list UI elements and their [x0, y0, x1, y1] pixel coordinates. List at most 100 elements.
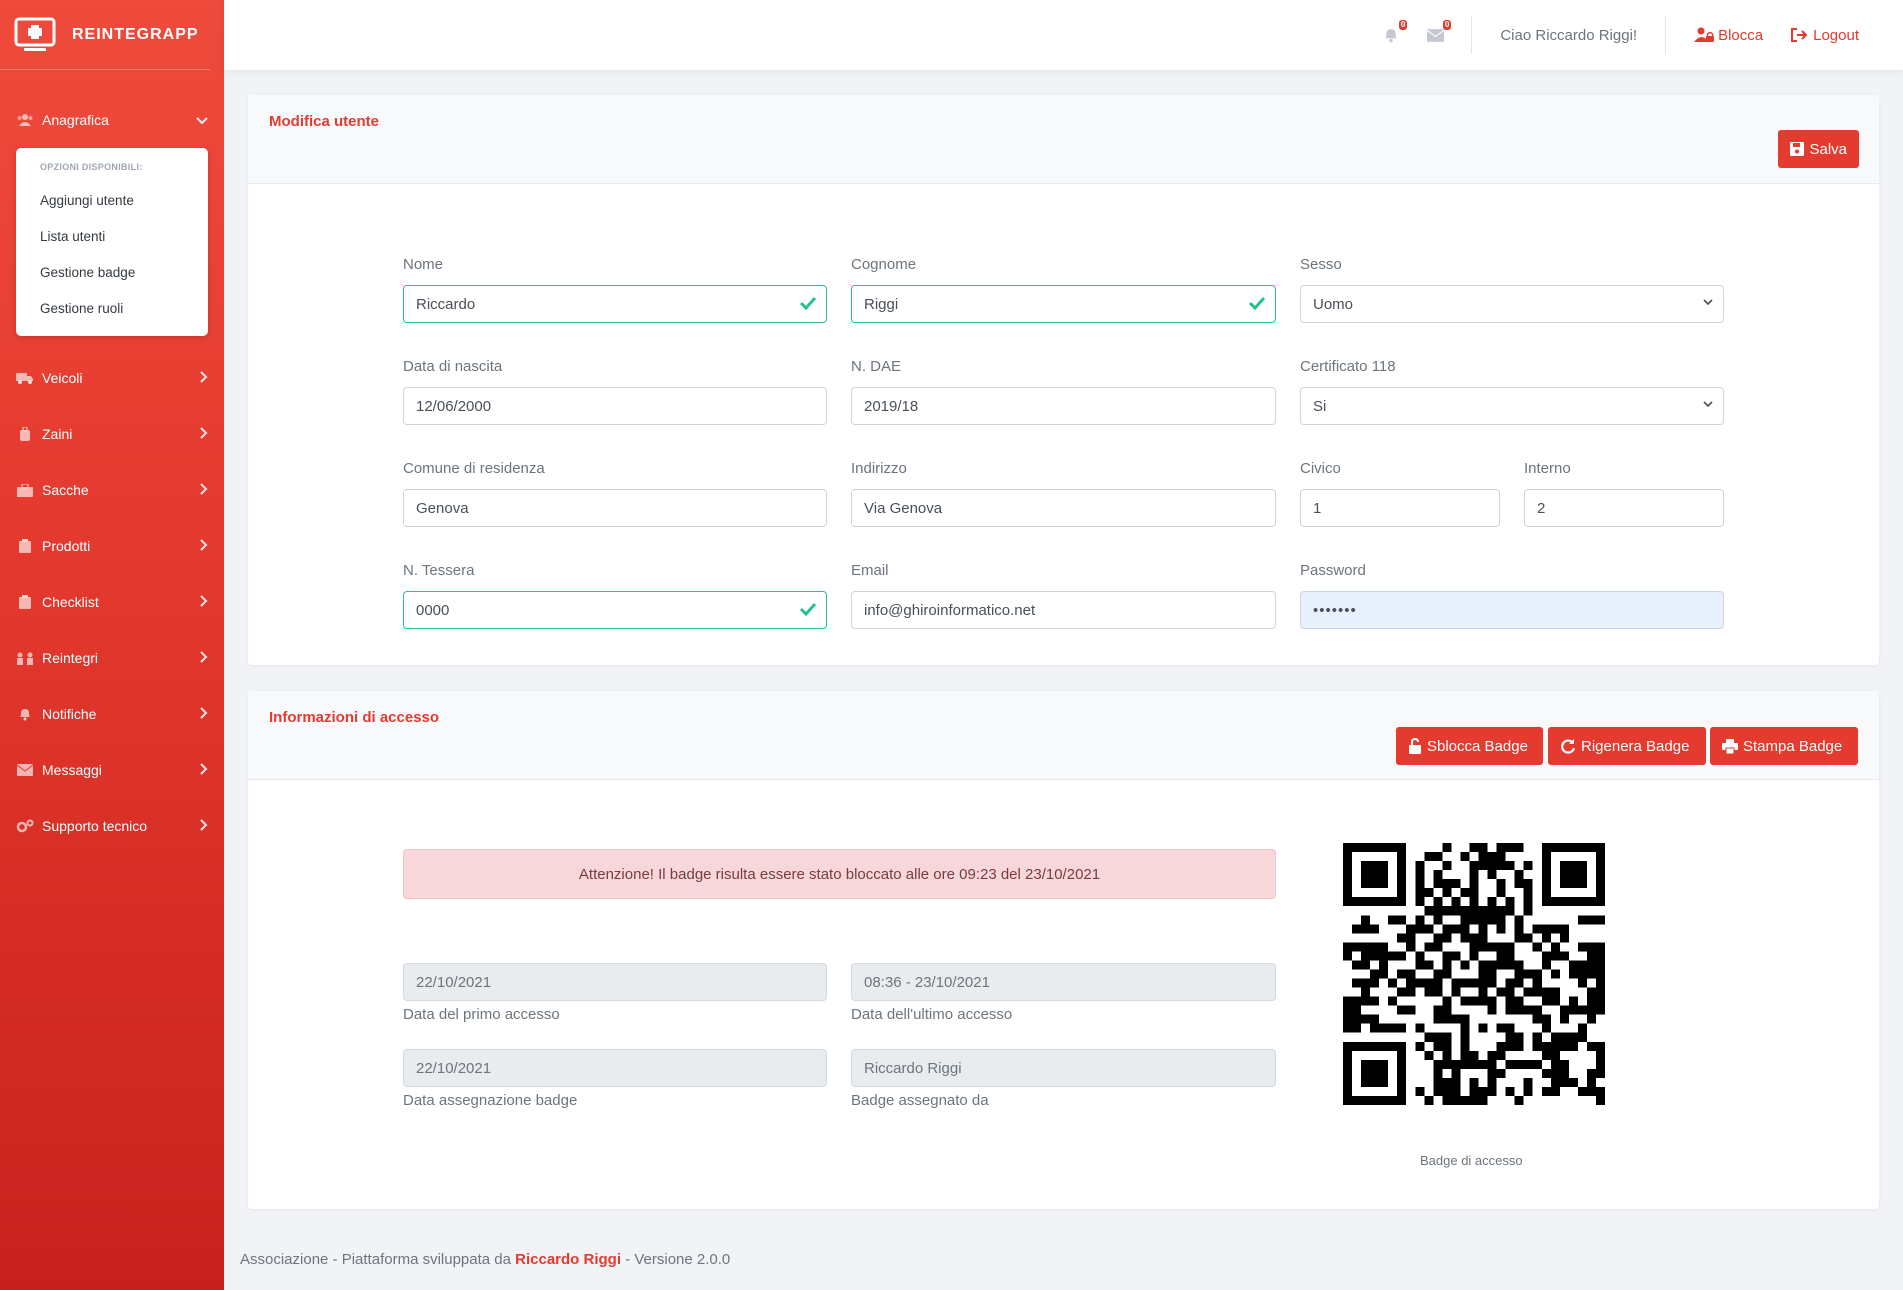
- chevron-right-icon: [200, 818, 208, 834]
- chevron-right-icon: [200, 370, 208, 386]
- chevron-right-icon: [200, 482, 208, 498]
- print-badge-label: Stampa Badge: [1743, 737, 1843, 755]
- messages-button[interactable]: 0: [1425, 20, 1452, 45]
- submenu-item-gestione-ruoli[interactable]: Gestione ruoli: [16, 290, 208, 326]
- sidebar-item-checklist[interactable]: Checklist: [0, 574, 224, 630]
- sign-out-icon: [1791, 28, 1808, 42]
- logout-button[interactable]: Logout: [1777, 27, 1873, 44]
- submenu-item-gestione-badge[interactable]: Gestione badge: [16, 254, 208, 290]
- topbar-divider: [1471, 16, 1473, 54]
- card-header: Modifica utente Salva: [248, 95, 1879, 184]
- certificato-value: Si: [1313, 397, 1327, 415]
- printer-icon: [1722, 738, 1738, 754]
- chevron-down-icon: [1703, 401, 1713, 408]
- check-icon: [800, 296, 816, 310]
- sidebar-item-label: Messaggi: [42, 762, 102, 778]
- comune-field[interactable]: Genova: [403, 489, 827, 527]
- notifications-button[interactable]: 0: [1381, 20, 1408, 45]
- civico-field[interactable]: 1: [1300, 489, 1500, 527]
- badge-assigned-by-label: Badge assegnato da: [851, 1092, 989, 1109]
- cognome-field[interactable]: Riggi: [851, 285, 1276, 323]
- lock-label: Blocca: [1718, 26, 1764, 44]
- clipboard-icon: [16, 538, 34, 554]
- messages-count-badge: 0: [1442, 20, 1452, 30]
- sidebar-item-veicoli[interactable]: Veicoli: [0, 350, 224, 406]
- password-field[interactable]: •••••••: [1300, 591, 1724, 629]
- notifications-count-badge: 0: [1398, 20, 1408, 30]
- password-value: •••••••: [1313, 601, 1357, 619]
- lock-button[interactable]: Blocca: [1680, 27, 1777, 44]
- chevron-right-icon: [200, 762, 208, 778]
- sidebar-item-prodotti[interactable]: Prodotti: [0, 518, 224, 574]
- comune-label: Comune di residenza: [403, 460, 545, 477]
- topbar: 0 0 Ciao Riccardo Riggi! Blocca Logout: [224, 0, 1903, 70]
- sidebar-item-notifiche[interactable]: Notifiche: [0, 686, 224, 742]
- sesso-label: Sesso: [1300, 256, 1342, 273]
- badge-assigned-by-value: Riccardo Riggi: [864, 1059, 962, 1077]
- logout-label: Logout: [1813, 26, 1859, 44]
- envelope-icon: [1426, 28, 1444, 42]
- sidebar-item-sacche[interactable]: Sacche: [0, 462, 224, 518]
- save-button[interactable]: Salva: [1778, 130, 1859, 168]
- sidebar-item-zaini[interactable]: Zaini: [0, 406, 224, 462]
- monitor-plus-icon: [14, 17, 56, 51]
- email-value: info@ghiroinformatico.net: [864, 601, 1036, 619]
- interno-field[interactable]: 2: [1524, 489, 1724, 527]
- data-nascita-label: Data di nascita: [403, 358, 503, 375]
- envelope-icon: [16, 762, 34, 778]
- last-access-field: 08:36 - 23/10/2021: [851, 963, 1276, 1001]
- sidebar-item-reintegri[interactable]: Reintegri: [0, 630, 224, 686]
- sidebar-item-supporto-tecnico[interactable]: Supporto tecnico: [0, 798, 224, 854]
- badge-qr-code: [1343, 843, 1605, 1105]
- sidebar-item-anagrafica[interactable]: Anagrafica: [0, 92, 224, 148]
- tessera-value: 0000: [416, 601, 450, 619]
- cognome-label: Cognome: [851, 256, 917, 273]
- interno-label: Interno: [1524, 460, 1571, 477]
- refresh-icon: [1561, 739, 1576, 754]
- edit-user-card: Modifica utente Salva Nome Riccardo Cogn…: [248, 95, 1879, 665]
- nome-field[interactable]: Riccardo: [403, 285, 827, 323]
- sidebar-item-label: Zaini: [42, 426, 73, 442]
- unlock-badge-button[interactable]: Sblocca Badge: [1396, 727, 1543, 765]
- sidebar-item-messaggi[interactable]: Messaggi: [0, 742, 224, 798]
- chevron-down-icon: [1703, 299, 1713, 306]
- people-icon: [16, 650, 34, 666]
- comune-value: Genova: [416, 499, 469, 517]
- sesso-select[interactable]: Uomo: [1300, 285, 1724, 323]
- certificato-select[interactable]: Si: [1300, 387, 1724, 425]
- last-access-value: 08:36 - 23/10/2021: [864, 973, 990, 991]
- indirizzo-field[interactable]: Via Genova: [851, 489, 1276, 527]
- data-nascita-value: 12/06/2000: [416, 397, 492, 415]
- tessera-field[interactable]: 0000: [403, 591, 827, 629]
- submenu-item-lista-utenti[interactable]: Lista utenti: [16, 218, 208, 254]
- interno-value: 2: [1537, 499, 1546, 517]
- checklist-icon: [16, 594, 34, 610]
- sidebar: REINTEGRAPP Anagrafica OPZIONI DISPONIBI…: [0, 0, 224, 1290]
- truck-icon: [16, 370, 34, 386]
- nome-label: Nome: [403, 256, 444, 273]
- chevron-right-icon: [200, 706, 208, 722]
- email-field[interactable]: info@ghiroinformatico.net: [851, 591, 1276, 629]
- data-nascita-field[interactable]: 12/06/2000: [403, 387, 827, 425]
- backpack-icon: [16, 426, 34, 442]
- anagrafica-submenu: OPZIONI DISPONIBILI: Aggiungi utente Lis…: [16, 148, 208, 336]
- regenerate-badge-button[interactable]: Rigenera Badge: [1548, 727, 1706, 765]
- n-dae-field[interactable]: 2019/18: [851, 387, 1276, 425]
- submenu-item-aggiungi-utente[interactable]: Aggiungi utente: [16, 182, 208, 218]
- footer-author-link[interactable]: Riccardo Riggi: [515, 1251, 621, 1268]
- sidebar-item-label: Sacche: [42, 482, 89, 498]
- brand[interactable]: REINTEGRAPP: [0, 0, 210, 70]
- chevron-right-icon: [200, 426, 208, 442]
- users-icon: [16, 112, 34, 128]
- badge-assigned-date-label: Data assegnazione badge: [403, 1092, 578, 1109]
- unlock-badge-label: Sblocca Badge: [1427, 737, 1528, 755]
- n-dae-value: 2019/18: [864, 397, 919, 415]
- alert-message: Attenzione! Il badge risulta essere stat…: [578, 865, 1101, 883]
- print-badge-button[interactable]: Stampa Badge: [1710, 727, 1858, 765]
- check-icon: [800, 602, 816, 616]
- n-dae-label: N. DAE: [851, 358, 902, 375]
- civico-value: 1: [1313, 499, 1322, 517]
- indirizzo-label: Indirizzo: [851, 460, 907, 477]
- sidebar-item-label: Notifiche: [42, 706, 97, 722]
- first-access-label: Data del primo accesso: [403, 1006, 560, 1023]
